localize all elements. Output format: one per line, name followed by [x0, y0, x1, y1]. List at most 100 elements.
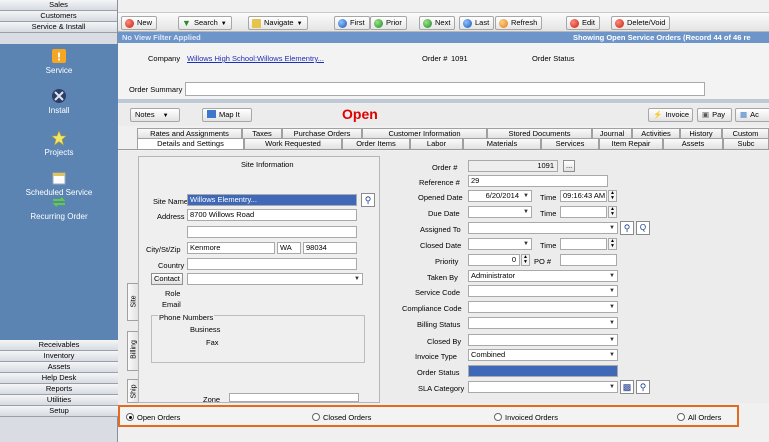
- tab-row-lower: Details and Settings Work Requested Orde…: [118, 138, 769, 150]
- nav-setup[interactable]: Setup: [0, 406, 118, 417]
- tab-customer-information[interactable]: Customer Information: [362, 128, 487, 138]
- navigate-button[interactable]: Navigate ▼: [248, 16, 308, 30]
- nav-module-projects[interactable]: Projects: [0, 130, 118, 157]
- compliance-code-select[interactable]: ▼: [468, 301, 618, 313]
- opened-time-field[interactable]: 09:16:43 AM: [560, 190, 607, 202]
- closed-by-select[interactable]: ▼: [468, 334, 618, 346]
- tab-purchase-orders[interactable]: Purchase Orders: [282, 128, 362, 138]
- tab-item-repair[interactable]: Item Repair: [599, 138, 663, 149]
- closed-date-field[interactable]: ▼: [468, 238, 532, 250]
- opened-date-field[interactable]: 6/20/2014 ▼: [468, 190, 532, 202]
- search-button[interactable]: ▼ Search ▼: [178, 16, 232, 30]
- tab-rates-and-assignments[interactable]: Rates and Assignments: [137, 128, 242, 138]
- tab-taxes[interactable]: Taxes: [242, 128, 282, 138]
- nav-inventory[interactable]: Inventory: [0, 351, 118, 362]
- tab-subcontract[interactable]: Subc: [723, 138, 769, 149]
- priority-field[interactable]: 0: [468, 254, 520, 266]
- closed-time-spinner[interactable]: ▲ ▼: [608, 238, 617, 250]
- radio-open-orders[interactable]: Open Orders: [126, 413, 180, 422]
- nav-reports[interactable]: Reports: [0, 384, 118, 395]
- assigned-to-search-icon[interactable]: ⚲: [620, 221, 634, 235]
- tab-custom[interactable]: Custom: [722, 128, 769, 138]
- tab-details-and-settings[interactable]: Details and Settings: [137, 138, 244, 149]
- sla-chart-icon[interactable]: ▩: [620, 380, 634, 394]
- tab-work-requested[interactable]: Work Requested: [244, 138, 342, 149]
- tab-stored-documents[interactable]: Stored Documents: [487, 128, 592, 138]
- nav-module-install[interactable]: Install: [0, 88, 118, 115]
- zip-field[interactable]: 98034: [303, 242, 357, 254]
- taken-by-select[interactable]: Administrator ▼: [468, 270, 618, 282]
- opened-date-value: 6/20/2014: [485, 191, 519, 200]
- map-it-button[interactable]: Map It: [202, 108, 252, 122]
- delete-void-button[interactable]: Delete/Void: [611, 16, 671, 30]
- company-link[interactable]: Willows High School:Willows Elementry...: [187, 54, 324, 63]
- city-field[interactable]: Kenmore: [187, 242, 275, 254]
- tab-assets[interactable]: Assets: [663, 138, 723, 149]
- nav-receivables[interactable]: Receivables: [0, 340, 118, 351]
- po-number-field[interactable]: [560, 254, 617, 266]
- nav-service-install[interactable]: Service & Install: [0, 22, 117, 33]
- due-time-spinner[interactable]: ▲ ▼: [608, 206, 617, 218]
- state-field[interactable]: WA: [277, 242, 301, 254]
- billing-status-select[interactable]: ▼: [468, 317, 618, 329]
- taken-by-value: Administrator: [471, 271, 516, 280]
- tab-materials[interactable]: Materials: [463, 138, 541, 149]
- first-button[interactable]: First: [334, 16, 370, 30]
- ac-button[interactable]: ▦ Ac: [735, 108, 769, 122]
- order-summary-field[interactable]: [185, 82, 705, 96]
- zone-select[interactable]: [229, 393, 359, 402]
- next-button[interactable]: Next: [419, 16, 456, 30]
- nav-assets[interactable]: Assets: [0, 362, 118, 373]
- site-lookup-search-icon[interactable]: ⚲: [361, 193, 375, 207]
- nav-module-recurring-order[interactable]: Recurring Order: [0, 194, 118, 221]
- tab-history[interactable]: History: [680, 128, 722, 138]
- priority-spinner[interactable]: ▲ ▼: [521, 254, 530, 266]
- due-date-field[interactable]: ▼: [468, 206, 532, 218]
- order-details-column: Order # 1091 ... Reference # 29 Opened D…: [388, 151, 768, 403]
- nav-sales[interactable]: Sales: [0, 0, 117, 11]
- tab-journal[interactable]: Journal: [592, 128, 632, 138]
- nav-utilities[interactable]: Utilities: [0, 395, 118, 406]
- opened-time-spinner[interactable]: ▲ ▼: [608, 190, 617, 202]
- order-number-field: 1091: [468, 160, 558, 172]
- chevron-down-icon: ▼: [523, 193, 529, 199]
- recycle-icon: [51, 194, 67, 210]
- service-code-select[interactable]: ▼: [468, 285, 618, 297]
- radio-closed-orders[interactable]: Closed Orders: [312, 413, 371, 422]
- tab-order-items[interactable]: Order Items: [342, 138, 410, 149]
- contact-select[interactable]: ▼: [187, 273, 363, 285]
- order-number-ellipsis-button[interactable]: ...: [563, 160, 575, 172]
- address-line2-field[interactable]: [187, 226, 357, 238]
- address-field[interactable]: 8700 Willows Road: [187, 209, 357, 221]
- nav-customers[interactable]: Customers: [0, 11, 117, 22]
- prior-button[interactable]: Prior: [370, 16, 407, 30]
- closed-time-field[interactable]: [560, 238, 607, 250]
- nav-module-service[interactable]: ! Service: [0, 48, 118, 75]
- radio-all-orders[interactable]: All Orders: [677, 413, 721, 422]
- radio-invoiced-orders[interactable]: Invoiced Orders: [494, 413, 558, 422]
- notes-button[interactable]: Notes ▼: [130, 108, 180, 122]
- edit-button[interactable]: Edit: [566, 16, 600, 30]
- contact-button[interactable]: Contact: [151, 273, 183, 285]
- tab-labor[interactable]: Labor: [410, 138, 463, 149]
- site-name-field[interactable]: Willows Elementry...: [187, 194, 357, 206]
- nav-help-desk[interactable]: Help Desk: [0, 373, 118, 384]
- due-time-field[interactable]: [560, 206, 607, 218]
- invoice-button[interactable]: ⚡ Invoice: [648, 108, 693, 122]
- nav-module-scheduled-service[interactable]: Scheduled Service: [0, 170, 118, 197]
- sla-search-icon[interactable]: ⚲: [636, 380, 650, 394]
- panel-splitter[interactable]: [118, 99, 769, 103]
- assigned-to-query-icon[interactable]: Q: [636, 221, 650, 235]
- assigned-to-select[interactable]: ▼: [468, 222, 618, 234]
- tab-activities[interactable]: Activities: [632, 128, 680, 138]
- new-button[interactable]: New: [121, 16, 158, 30]
- refresh-button[interactable]: Refresh: [495, 16, 543, 30]
- tab-services[interactable]: Services: [541, 138, 599, 149]
- order-status-select[interactable]: [468, 365, 618, 377]
- last-button[interactable]: Last: [459, 16, 495, 30]
- pay-button[interactable]: ▣ Pay: [697, 108, 732, 122]
- country-field[interactable]: [187, 258, 357, 270]
- reference-field[interactable]: 29: [468, 175, 608, 187]
- sla-category-select[interactable]: ▼: [468, 381, 618, 393]
- invoice-type-select[interactable]: Combined ▼: [468, 349, 618, 361]
